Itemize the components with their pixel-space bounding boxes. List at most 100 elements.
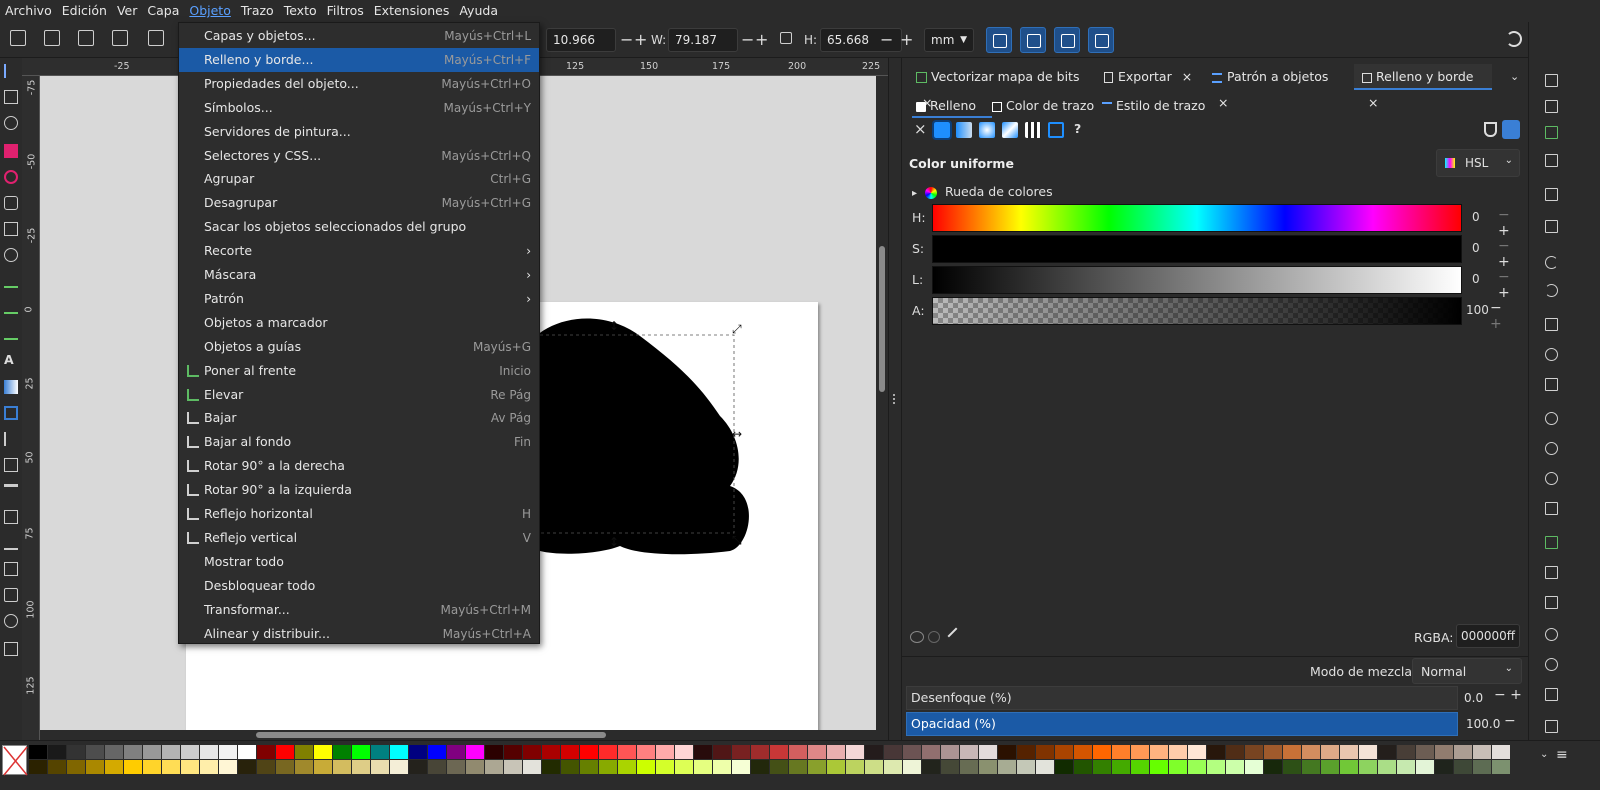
mesh-tool-icon[interactable] (4, 406, 18, 420)
saturation-slider[interactable] (932, 235, 1462, 263)
palette-swatch[interactable] (1131, 760, 1150, 775)
palette-swatch[interactable] (276, 745, 295, 760)
clone-icon[interactable] (1545, 566, 1558, 579)
palette-swatch[interactable] (884, 745, 903, 760)
palette-swatch[interactable] (1036, 745, 1055, 760)
vertical-scrollbar[interactable] (876, 76, 888, 730)
palette-swatch[interactable] (922, 745, 941, 760)
palette-swatch[interactable] (1397, 760, 1416, 775)
lightness-stepper[interactable]: − + (1498, 269, 1510, 301)
palette-swatch[interactable] (124, 775, 143, 776)
fill-rule-evenodd-icon[interactable] (1484, 122, 1497, 137)
palette-swatch[interactable] (865, 760, 884, 775)
tab-vectorizar[interactable]: Vectorizar mapa de bits × (916, 64, 1092, 110)
tab-patron-a-objetos[interactable]: Patrón a objetos × (1212, 64, 1342, 110)
palette-swatch[interactable] (1112, 760, 1131, 775)
palette-swatch[interactable] (1093, 745, 1112, 760)
palette-swatch[interactable] (1188, 745, 1207, 760)
preferences-icon[interactable] (1545, 688, 1558, 701)
palette-swatch[interactable] (257, 760, 276, 775)
palette-swatch[interactable] (618, 745, 637, 760)
menu-edicion[interactable]: Edición (57, 0, 112, 22)
palette-swatch[interactable] (1036, 760, 1055, 775)
palette-swatch[interactable] (295, 760, 314, 775)
palette-swatch[interactable] (808, 760, 827, 775)
menu-item-objetos-a-guías[interactable]: Objetos a guías Mayús+G (179, 335, 539, 359)
menu-item-poner-al-frente[interactable]: Poner al frente Inicio (179, 359, 539, 383)
palette-swatch[interactable] (1264, 745, 1283, 760)
palette-swatch[interactable] (1017, 745, 1036, 760)
palette-swatch[interactable] (238, 760, 257, 775)
palette-swatch[interactable] (922, 760, 941, 775)
menu-ayuda[interactable]: Ayuda (454, 0, 503, 22)
tab-exportar[interactable]: Exportar × (1104, 64, 1194, 90)
palette-swatch[interactable] (523, 745, 542, 760)
palette-swatch[interactable] (1226, 745, 1245, 760)
menu-item-rotar-90-a-la-derecha[interactable]: Rotar 90° a la derecha (179, 454, 539, 478)
alpha-slider[interactable] (932, 297, 1462, 325)
palette-swatch[interactable] (1397, 745, 1416, 760)
palette-swatch[interactable] (732, 760, 751, 775)
palette-swatch[interactable] (1359, 745, 1378, 760)
palette-swatch[interactable] (105, 745, 124, 760)
palette-swatch[interactable] (1340, 745, 1359, 760)
menu-capa[interactable]: Capa (142, 0, 184, 22)
dropper-tool-icon[interactable] (4, 432, 18, 446)
palette-swatch[interactable] (1074, 745, 1093, 760)
blur-stepper[interactable]: − + (1494, 687, 1522, 703)
menu-item-recorte[interactable]: Recorte › (179, 239, 539, 263)
width-field[interactable]: 79.187 (668, 28, 738, 52)
palette-swatch[interactable] (409, 760, 428, 775)
palette-swatch[interactable] (466, 745, 485, 760)
palette-swatch[interactable] (884, 760, 903, 775)
width-decrement-button[interactable]: − (741, 28, 754, 52)
zoom-tool-icon[interactable] (4, 614, 18, 628)
color-managed-icon[interactable] (910, 631, 924, 643)
scale-handle-bottom-corner-icon[interactable]: ⤡ (732, 533, 742, 547)
palette-swatch[interactable] (713, 760, 732, 775)
palette-swatch[interactable] (656, 745, 675, 760)
color-mode-select[interactable]: HSL ⌄ (1436, 149, 1520, 177)
color-picker-icon[interactable] (947, 627, 965, 645)
scale-handle-top-icon[interactable]: ↕ (609, 319, 619, 333)
palette-swatch[interactable] (960, 760, 979, 775)
menu-item-capas-y-objetos[interactable]: Capas y objetos... Mayús+Ctrl+L (179, 24, 539, 48)
menu-trazo[interactable]: Trazo (236, 0, 279, 22)
palette-swatch[interactable] (1131, 745, 1150, 760)
paint-bucket-tool-icon[interactable] (4, 458, 18, 472)
palette-swatch[interactable] (371, 745, 390, 760)
tab-close-button[interactable]: × (1218, 95, 1228, 110)
palette-swatch[interactable] (827, 760, 846, 775)
palette-swatch[interactable] (219, 760, 238, 775)
palette-swatch[interactable] (29, 745, 48, 760)
menu-item-máscara[interactable]: Máscara › (179, 263, 539, 287)
menu-item-bajar[interactable]: Bajar Av Pág (179, 406, 539, 430)
tab-close-button[interactable]: × (1368, 95, 1378, 110)
palette-swatch[interactable] (504, 760, 523, 775)
lightness-value[interactable]: 0 (1472, 272, 1480, 286)
move-gradients-toggle[interactable] (1054, 27, 1080, 53)
scale-corners-toggle[interactable] (1020, 27, 1046, 53)
zoom-page-icon[interactable] (1545, 472, 1558, 485)
palette-swatch[interactable] (238, 745, 257, 760)
palette-swatch[interactable] (333, 760, 352, 775)
menu-item-elevar[interactable]: Elevar Re Pág (179, 383, 539, 407)
palette-swatch[interactable] (1435, 760, 1454, 775)
palette-swatch[interactable] (1207, 760, 1226, 775)
color-wheel-expander[interactable]: ▸ Rueda de colores (912, 184, 1053, 199)
palette-swatch[interactable] (1226, 760, 1245, 775)
height-decrement-button[interactable]: − (880, 28, 893, 52)
palette-swatch[interactable] (1378, 745, 1397, 760)
palette-swatch[interactable] (200, 745, 219, 760)
palette-swatch[interactable] (979, 745, 998, 760)
palette-swatch[interactable] (1473, 760, 1492, 775)
palette-swatch[interactable] (637, 760, 656, 775)
palette-swatch[interactable] (770, 760, 789, 775)
no-paint-button[interactable]: × (914, 120, 927, 138)
pen-tool-icon[interactable] (4, 274, 18, 288)
palette-swatch[interactable] (143, 760, 162, 775)
deselect-icon[interactable] (78, 30, 94, 46)
palette-swatch[interactable] (67, 760, 86, 775)
palette-swatch[interactable] (542, 760, 561, 775)
paste-icon[interactable] (1545, 378, 1558, 391)
